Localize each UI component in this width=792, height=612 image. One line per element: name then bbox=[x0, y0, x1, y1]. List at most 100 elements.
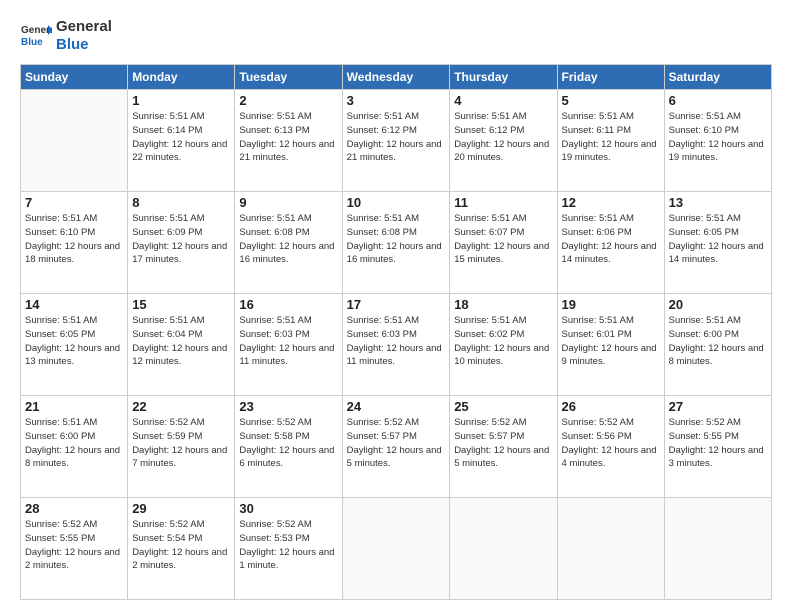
calendar-cell: 10 Sunrise: 5:51 AM Sunset: 6:08 PM Dayli… bbox=[342, 192, 450, 294]
calendar-cell bbox=[557, 498, 664, 600]
header: General Blue General Blue bbox=[20, 18, 772, 54]
svg-text:General: General bbox=[21, 25, 52, 36]
day-number: 6 bbox=[669, 93, 767, 108]
calendar-week-4: 21 Sunrise: 5:51 AM Sunset: 6:00 PM Dayli… bbox=[21, 396, 772, 498]
calendar-cell: 6 Sunrise: 5:51 AM Sunset: 6:10 PM Daylig… bbox=[664, 90, 771, 192]
day-info: Sunrise: 5:52 AM Sunset: 5:57 PM Dayligh… bbox=[454, 416, 552, 471]
day-number: 28 bbox=[25, 501, 123, 516]
day-info: Sunrise: 5:52 AM Sunset: 5:55 PM Dayligh… bbox=[669, 416, 767, 471]
day-number: 27 bbox=[669, 399, 767, 414]
calendar-cell: 18Sunrise: 5:51 AM Sunset: 6:02 PM Dayli… bbox=[450, 294, 557, 396]
day-number: 11 bbox=[454, 195, 552, 210]
day-info: Sunrise: 5:51 AM Sunset: 6:05 PM Dayligh… bbox=[25, 314, 123, 369]
calendar-cell: 27 Sunrise: 5:52 AM Sunset: 5:55 PM Dayli… bbox=[664, 396, 771, 498]
page: General Blue General Blue SundayMondayTu… bbox=[0, 0, 792, 612]
day-info: Sunrise: 5:51 AM Sunset: 6:11 PM Dayligh… bbox=[562, 110, 660, 165]
day-info: Sunrise: 5:51 AM Sunset: 6:03 PM Dayligh… bbox=[239, 314, 337, 369]
day-number: 29 bbox=[132, 501, 230, 516]
calendar-cell bbox=[450, 498, 557, 600]
day-number: 14 bbox=[25, 297, 123, 312]
calendar-cell: 20 Sunrise: 5:51 AM Sunset: 6:00 PM Dayli… bbox=[664, 294, 771, 396]
calendar-cell: 23 Sunrise: 5:52 AM Sunset: 5:58 PM Dayli… bbox=[235, 396, 342, 498]
weekday-header-friday: Friday bbox=[557, 65, 664, 90]
day-number: 4 bbox=[454, 93, 552, 108]
calendar-cell bbox=[21, 90, 128, 192]
day-info: Sunrise: 5:51 AM Sunset: 6:01 PM Dayligh… bbox=[562, 314, 660, 369]
calendar-header-row: SundayMondayTuesdayWednesdayThursdayFrid… bbox=[21, 65, 772, 90]
day-info: Sunrise: 5:51 AM Sunset: 6:00 PM Dayligh… bbox=[669, 314, 767, 369]
weekday-header-tuesday: Tuesday bbox=[235, 65, 342, 90]
calendar-week-5: 28 Sunrise: 5:52 AM Sunset: 5:55 PM Dayli… bbox=[21, 498, 772, 600]
day-info: Sunrise: 5:51 AM Sunset: 6:06 PM Dayligh… bbox=[562, 212, 660, 267]
calendar-table: SundayMondayTuesdayWednesdayThursdayFrid… bbox=[20, 64, 772, 600]
logo-blue: Blue bbox=[56, 36, 89, 53]
calendar-cell: 26 Sunrise: 5:52 AM Sunset: 5:56 PM Dayli… bbox=[557, 396, 664, 498]
calendar-cell: 16Sunrise: 5:51 AM Sunset: 6:03 PM Dayli… bbox=[235, 294, 342, 396]
calendar-week-2: 7Sunrise: 5:51 AM Sunset: 6:10 PM Daylig… bbox=[21, 192, 772, 294]
calendar-cell bbox=[664, 498, 771, 600]
day-number: 30 bbox=[239, 501, 337, 516]
logo-graphic: General Blue General Blue bbox=[20, 18, 112, 54]
calendar-cell: 25 Sunrise: 5:52 AM Sunset: 5:57 PM Dayli… bbox=[450, 396, 557, 498]
calendar-cell: 17Sunrise: 5:51 AM Sunset: 6:03 PM Dayli… bbox=[342, 294, 450, 396]
day-info: Sunrise: 5:51 AM Sunset: 6:07 PM Dayligh… bbox=[454, 212, 552, 267]
day-info: Sunrise: 5:51 AM Sunset: 6:10 PM Dayligh… bbox=[25, 212, 123, 267]
day-number: 2 bbox=[239, 93, 337, 108]
day-number: 22 bbox=[132, 399, 230, 414]
day-info: Sunrise: 5:52 AM Sunset: 5:58 PM Dayligh… bbox=[239, 416, 337, 471]
day-info: Sunrise: 5:52 AM Sunset: 5:57 PM Dayligh… bbox=[347, 416, 446, 471]
calendar-cell: 2 Sunrise: 5:51 AM Sunset: 6:13 PM Daylig… bbox=[235, 90, 342, 192]
day-number: 5 bbox=[562, 93, 660, 108]
day-info: Sunrise: 5:52 AM Sunset: 5:55 PM Dayligh… bbox=[25, 518, 123, 573]
day-info: Sunrise: 5:51 AM Sunset: 6:08 PM Dayligh… bbox=[347, 212, 446, 267]
day-info: Sunrise: 5:51 AM Sunset: 6:12 PM Dayligh… bbox=[454, 110, 552, 165]
logo: General Blue General Blue bbox=[20, 18, 112, 54]
calendar-cell: 7Sunrise: 5:51 AM Sunset: 6:10 PM Daylig… bbox=[21, 192, 128, 294]
day-number: 20 bbox=[669, 297, 767, 312]
day-info: Sunrise: 5:52 AM Sunset: 5:59 PM Dayligh… bbox=[132, 416, 230, 471]
calendar-cell: 13 Sunrise: 5:51 AM Sunset: 6:05 PM Dayli… bbox=[664, 192, 771, 294]
day-number: 8 bbox=[132, 195, 230, 210]
day-info: Sunrise: 5:51 AM Sunset: 6:14 PM Dayligh… bbox=[132, 110, 230, 165]
day-info: Sunrise: 5:52 AM Sunset: 5:54 PM Dayligh… bbox=[132, 518, 230, 573]
weekday-header-saturday: Saturday bbox=[664, 65, 771, 90]
calendar-week-3: 14 Sunrise: 5:51 AM Sunset: 6:05 PM Dayli… bbox=[21, 294, 772, 396]
calendar-cell: 8Sunrise: 5:51 AM Sunset: 6:09 PM Daylig… bbox=[128, 192, 235, 294]
calendar-cell: 9Sunrise: 5:51 AM Sunset: 6:08 PM Daylig… bbox=[235, 192, 342, 294]
logo-icon: General Blue bbox=[20, 20, 52, 52]
calendar-cell: 29 Sunrise: 5:52 AM Sunset: 5:54 PM Dayli… bbox=[128, 498, 235, 600]
calendar-cell: 4 Sunrise: 5:51 AM Sunset: 6:12 PM Daylig… bbox=[450, 90, 557, 192]
calendar-cell: 15Sunrise: 5:51 AM Sunset: 6:04 PM Dayli… bbox=[128, 294, 235, 396]
day-info: Sunrise: 5:51 AM Sunset: 6:10 PM Dayligh… bbox=[669, 110, 767, 165]
calendar-cell: 5 Sunrise: 5:51 AM Sunset: 6:11 PM Daylig… bbox=[557, 90, 664, 192]
day-number: 13 bbox=[669, 195, 767, 210]
calendar-cell: 30 Sunrise: 5:52 AM Sunset: 5:53 PM Dayli… bbox=[235, 498, 342, 600]
day-number: 12 bbox=[562, 195, 660, 210]
weekday-header-sunday: Sunday bbox=[21, 65, 128, 90]
day-number: 10 bbox=[347, 195, 446, 210]
calendar-cell: 11 Sunrise: 5:51 AM Sunset: 6:07 PM Dayli… bbox=[450, 192, 557, 294]
calendar-cell: 24 Sunrise: 5:52 AM Sunset: 5:57 PM Dayli… bbox=[342, 396, 450, 498]
day-info: Sunrise: 5:51 AM Sunset: 6:12 PM Dayligh… bbox=[347, 110, 446, 165]
day-info: Sunrise: 5:51 AM Sunset: 6:13 PM Dayligh… bbox=[239, 110, 337, 165]
calendar-cell: 21 Sunrise: 5:51 AM Sunset: 6:00 PM Dayli… bbox=[21, 396, 128, 498]
day-number: 3 bbox=[347, 93, 446, 108]
day-info: Sunrise: 5:51 AM Sunset: 6:08 PM Dayligh… bbox=[239, 212, 337, 267]
day-info: Sunrise: 5:52 AM Sunset: 5:53 PM Dayligh… bbox=[239, 518, 337, 573]
day-number: 25 bbox=[454, 399, 552, 414]
logo-general: General bbox=[56, 18, 112, 35]
day-number: 21 bbox=[25, 399, 123, 414]
day-number: 17 bbox=[347, 297, 446, 312]
day-info: Sunrise: 5:51 AM Sunset: 6:05 PM Dayligh… bbox=[669, 212, 767, 267]
calendar-cell: 28 Sunrise: 5:52 AM Sunset: 5:55 PM Dayli… bbox=[21, 498, 128, 600]
day-number: 26 bbox=[562, 399, 660, 414]
day-number: 24 bbox=[347, 399, 446, 414]
svg-text:Blue: Blue bbox=[21, 37, 43, 48]
day-info: Sunrise: 5:51 AM Sunset: 6:02 PM Dayligh… bbox=[454, 314, 552, 369]
weekday-header-monday: Monday bbox=[128, 65, 235, 90]
day-number: 23 bbox=[239, 399, 337, 414]
calendar-week-1: 1 Sunrise: 5:51 AM Sunset: 6:14 PM Daylig… bbox=[21, 90, 772, 192]
day-info: Sunrise: 5:51 AM Sunset: 6:00 PM Dayligh… bbox=[25, 416, 123, 471]
day-number: 1 bbox=[132, 93, 230, 108]
day-info: Sunrise: 5:52 AM Sunset: 5:56 PM Dayligh… bbox=[562, 416, 660, 471]
